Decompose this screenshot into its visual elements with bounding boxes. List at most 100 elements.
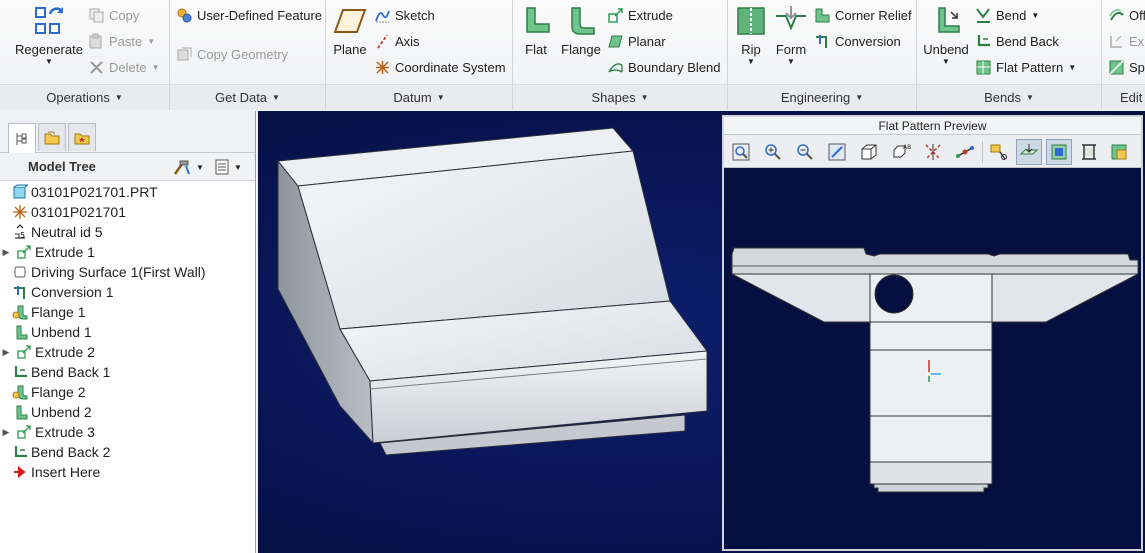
expand-arrow-icon[interactable]: ▶ [0,427,12,438]
bends-group-label[interactable]: Bends ▼ [917,84,1101,110]
annotation-display-button[interactable] [986,139,1012,165]
coordinate-system-button[interactable]: Coordinate System [374,56,506,78]
navigator-panel: Model Tree ▼ ▼ 03101P021701.PRT 03101P021… [0,111,256,553]
flat-pattern-dropdown-icon[interactable]: ▼ [1068,63,1076,72]
plane-button[interactable]: Plane [330,4,370,57]
refit-button[interactable] [728,139,754,165]
zoom-out-button[interactable] [792,139,818,165]
shapes-group-label[interactable]: Shapes ▼ [513,84,727,110]
get-data-group-label[interactable]: Get Data ▼ [170,84,325,110]
saved-orientations-button[interactable]: AB [888,139,914,165]
conversion-icon [816,34,827,48]
tree-item[interactable]: 03101P021701.PRT [12,182,158,202]
sheetmetal-display-button[interactable] [1106,139,1132,165]
tab-model-tree[interactable] [8,123,36,154]
extrude-icon [608,7,623,23]
corner-relief-label: Corner Relief [835,7,912,23]
spin-center-button[interactable] [952,139,978,165]
extrude-icon [17,245,31,259]
unbend-dropdown-icon[interactable]: ▼ [923,57,969,67]
expand-arrow-icon[interactable]: ▶ [0,247,12,258]
planar-button[interactable]: Planar [607,30,666,52]
unbend-label: Unbend [923,42,969,57]
sketch-button[interactable]: Sketch [374,4,435,26]
paste-dropdown-icon[interactable]: ▼ [147,37,155,46]
tree-item[interactable]: ▶ Extrude 3 [3,422,95,442]
tree-item[interactable]: ▶ Extrude 1 [3,242,95,262]
boundary-blend-button[interactable]: Boundary Blend [607,56,721,78]
bend-back-button[interactable]: Bend Back [975,30,1059,52]
paste-button[interactable]: Paste ▼ [88,30,155,52]
3d-part-model[interactable] [258,111,728,553]
editing-group-label[interactable]: Edit [1102,84,1145,110]
flange-button[interactable]: Flange [559,4,603,57]
copy-geometry-button[interactable]: Copy Geometry [176,43,288,65]
rip-dropdown-icon[interactable]: ▼ [734,57,768,67]
extend-button[interactable]: Ex [1108,30,1144,52]
layer-display-button[interactable] [1046,139,1072,165]
tree-item[interactable]: Flange 1 [12,302,85,322]
form-dropdown-icon[interactable]: ▼ [774,57,808,67]
tree-item[interactable]: Driving Surface 1(First Wall) [12,262,206,282]
zoom-in-button[interactable] [760,139,786,165]
conversion-button[interactable]: Conversion [814,30,901,52]
form-button[interactable]: Form ▼ [774,4,808,67]
bend-dropdown-icon[interactable]: ▼ [1031,11,1039,20]
user-defined-feature-label: User-Defined Feature [197,7,322,23]
bend-button[interactable]: Bend ▼ [975,4,1039,26]
expand-arrow-icon[interactable]: ▶ [0,347,12,358]
tree-show-button[interactable]: ▼ [214,158,242,176]
tree-item[interactable]: Insert Here [12,462,100,482]
copy-button[interactable]: Copy [88,4,139,26]
user-defined-feature-button[interactable]: User-Defined Feature [176,4,322,26]
tree-item[interactable]: 03101P021701 [12,202,126,222]
corner-relief-button[interactable]: Corner Relief [814,4,912,26]
conversion-icon [14,286,25,299]
extrude-button[interactable]: Extrude [607,4,673,26]
flat-pattern-button[interactable]: Flat Pattern ▼ [975,56,1076,78]
bends-group: Unbend ▼ Bend ▼ Bend Back Flat Pattern ▼… [917,0,1102,110]
tree-item[interactable]: Conversion 1 [12,282,114,302]
regenerate-button[interactable]: Regenerate ▼ [14,4,84,67]
paste-label: Paste [109,33,143,49]
tree-item[interactable]: Flange 2 [12,382,85,402]
graphics-viewport[interactable]: Flat Pattern Preview AB [258,111,1145,553]
tree-item[interactable]: Bend Back 2 [12,442,110,462]
regenerate-dropdown-icon[interactable]: ▼ [14,57,84,67]
plane-display-button[interactable] [1016,139,1042,165]
tab-favorites[interactable] [68,123,96,151]
split-button[interactable]: Sp [1108,56,1145,78]
flat-pattern-preview-window[interactable]: Flat Pattern Preview AB [722,115,1143,551]
model-tree-title: Model Tree [28,159,96,174]
unbend-button[interactable]: Unbend ▼ [923,4,969,67]
datum-display-button[interactable] [920,139,946,165]
display-style-button[interactable] [856,139,882,165]
axis-button[interactable]: Axis [374,30,420,52]
tools-icon [173,160,190,175]
section-display-button[interactable] [1076,139,1102,165]
copy-geometry-label: Copy Geometry [197,46,289,62]
tree-item[interactable]: ▶ Extrude 2 [3,342,95,362]
flat-button[interactable]: Flat [519,4,553,57]
tree-item[interactable]: Bend Back 1 [12,362,110,382]
coordinate-system-label: Coordinate System [395,59,506,75]
tree-item[interactable]: Unbend 1 [12,322,92,342]
offset-button[interactable]: Off [1108,4,1145,26]
bend-back-icon [977,34,990,46]
tree-item[interactable]: Unbend 2 [12,402,92,422]
operations-group-label[interactable]: Operations ▼ [0,84,169,110]
tree-item-label: Extrude 1 [35,244,95,260]
tree-item-label: Bend Back 2 [31,444,111,460]
tree-item-label: Conversion 1 [31,284,114,300]
preview-title: Flat Pattern Preview [724,117,1141,135]
delete-button[interactable]: Delete ▼ [88,56,160,78]
tree-item[interactable]: 5 Neutral id 5 [12,222,103,242]
engineering-group: Rip ▼ Form ▼ Corner Relief Conversion En… [728,0,917,110]
tab-folder-browser[interactable] [38,123,66,151]
repaint-button[interactable] [824,139,850,165]
rip-button[interactable]: Rip ▼ [734,4,768,67]
engineering-group-label[interactable]: Engineering ▼ [728,84,916,110]
datum-group-label[interactable]: Datum ▼ [326,84,512,110]
tree-settings-button[interactable]: ▼ [172,158,204,176]
delete-dropdown-icon[interactable]: ▼ [152,63,160,72]
